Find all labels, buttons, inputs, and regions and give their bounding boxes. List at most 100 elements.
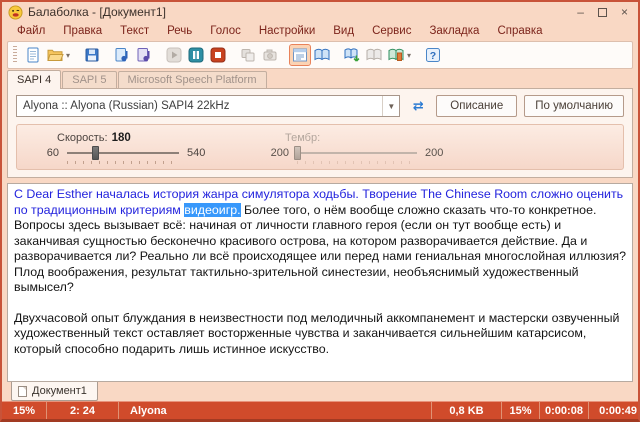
pitch-slider[interactable] [297, 146, 417, 160]
menu-речь[interactable]: Речь [158, 24, 201, 38]
export-text-button[interactable] [364, 45, 384, 65]
menu-справка[interactable]: Справка [488, 24, 551, 38]
help-button[interactable]: ? [423, 45, 443, 65]
rate-max-label: 540 [187, 147, 223, 159]
open-file-button[interactable] [45, 45, 65, 65]
menu-голос[interactable]: Голос [201, 24, 250, 38]
save-text-button[interactable] [82, 45, 102, 65]
pitch-slider-ticks [297, 161, 417, 164]
status-text-size: 0,8 KB [431, 402, 501, 419]
dropdown-caret-icon[interactable]: ▾ [407, 51, 411, 60]
text-editor[interactable]: С Dear Esther началась история жанра сим… [7, 183, 633, 382]
new-doc-icon [24, 46, 42, 64]
close-button[interactable]: × [621, 6, 628, 18]
tab-sapi-4[interactable]: SAPI 4 [7, 70, 61, 89]
document-tab-strip: Документ1 [2, 382, 638, 401]
stop-icon [209, 46, 227, 64]
document-page-icon [18, 386, 27, 397]
pitch-slider-group: Тембр: 200 200 [259, 132, 459, 164]
text-panel-toggle-button[interactable] [290, 45, 310, 65]
toolbar: ▾ ▾? [7, 41, 633, 69]
app-logo-icon [8, 5, 23, 20]
open-folder-icon [46, 46, 64, 64]
pitch-slider-thumb[interactable] [294, 146, 301, 160]
minimize-button[interactable]: – [577, 6, 584, 18]
spoken-word-highlight: видеоигр. [184, 203, 240, 217]
voice-description-button[interactable]: Описание [436, 95, 517, 117]
voice-parameters-box: Скорость:180 60 540 Тембр: 200 200 [16, 124, 624, 170]
import-text-button[interactable] [342, 45, 362, 65]
dropdown-caret-icon[interactable]: ▾ [66, 51, 70, 60]
help-icon: ? [424, 46, 442, 64]
rate-value: 180 [112, 132, 131, 144]
paragraph-1: С Dear Esther началась история жанра сим… [14, 187, 626, 296]
play-icon [165, 46, 183, 64]
save-audio-file-button[interactable] [112, 45, 132, 65]
audio-doc2-icon [135, 46, 153, 64]
rate-slider-thumb[interactable] [92, 146, 99, 160]
menu-bar: ФайлПравкаТекстРечьГолосНастройкиВидСерв… [2, 22, 638, 39]
document-tab-label: Документ1 [32, 385, 87, 397]
play-button[interactable] [164, 45, 184, 65]
status-zoom-level: 15% [2, 402, 46, 419]
split-audio-file-button[interactable] [134, 45, 154, 65]
refresh-icon: ⇄ [413, 98, 424, 113]
camera-icon [261, 46, 279, 64]
rate-slider[interactable] [67, 146, 179, 160]
voice-select-value: Alyona :: Alyona (Russian) SAPI4 22kHz [17, 100, 382, 112]
book-blue-icon [313, 46, 331, 64]
window-title: Балаболка - [Документ1] [28, 5, 577, 19]
menu-правка[interactable]: Правка [54, 24, 111, 38]
stop-button[interactable] [208, 45, 228, 65]
rate-slider-ticks [67, 161, 179, 164]
menu-файл[interactable]: Файл [8, 24, 54, 38]
toolbar-grip[interactable] [13, 46, 17, 64]
chevron-down-icon[interactable]: ▼ [382, 96, 399, 116]
voice-default-button[interactable]: По умолчанию [524, 95, 624, 117]
voice-panel: Alyona :: Alyona (Russian) SAPI4 22kHz ▼… [7, 88, 633, 178]
new-document-button[interactable] [23, 45, 43, 65]
snapshot-button[interactable] [260, 45, 280, 65]
menu-сервис[interactable]: Сервис [363, 24, 420, 38]
pause-button[interactable] [186, 45, 206, 65]
document-tab[interactable]: Документ1 [11, 382, 98, 401]
text-panel-icon [291, 46, 309, 64]
pitch-label: Тембр: [259, 132, 459, 144]
app-window: Балаболка - [Документ1] – × ФайлПравкаТе… [0, 0, 640, 422]
tab-sapi-5[interactable]: SAPI 5 [62, 71, 116, 89]
pitch-min-label: 200 [259, 147, 289, 159]
toolbar-area: ▾ ▾? [2, 39, 638, 71]
cards-icon [239, 46, 257, 64]
audio-doc-icon [113, 46, 131, 64]
rate-label: Скорость:180 [31, 132, 223, 144]
pitch-max-label: 200 [425, 147, 459, 159]
tab-microsoft-speech-platform[interactable]: Microsoft Speech Platform [118, 71, 267, 89]
status-cursor-position: 2: 24 [46, 402, 118, 419]
maximize-button[interactable] [598, 8, 607, 17]
status-current-voice: Alyona [118, 402, 431, 419]
pause-icon [187, 46, 205, 64]
title-bar: Балаболка - [Документ1] – × [2, 2, 638, 22]
rate-slider-group: Скорость:180 60 540 [31, 132, 223, 164]
status-bar: 15%2: 24Alyona0,8 KB15%0:00:080:00:49 [2, 401, 638, 419]
book-gray-icon [365, 46, 383, 64]
dictionary-button[interactable] [312, 45, 332, 65]
menu-текст[interactable]: Текст [111, 24, 158, 38]
refresh-voices-button[interactable]: ⇄ [407, 97, 429, 115]
status-progress-percent: 15% [501, 402, 539, 419]
voice-select[interactable]: Alyona :: Alyona (Russian) SAPI4 22kHz ▼ [16, 95, 400, 117]
book-green-icon [343, 46, 361, 64]
status-elapsed-time: 0:00:08 [539, 402, 588, 419]
bookmark-button[interactable] [386, 45, 406, 65]
status-remaining-time: 0:00:49 [588, 402, 638, 419]
menu-настройки[interactable]: Настройки [250, 24, 324, 38]
rate-min-label: 60 [31, 147, 59, 159]
menu-вид[interactable]: Вид [324, 24, 363, 38]
menu-закладка[interactable]: Закладка [420, 24, 488, 38]
speech-engine-tabs: SAPI 4SAPI 5Microsoft Speech Platform [2, 71, 638, 89]
svg-text:?: ? [430, 50, 436, 62]
book-mark-icon [387, 46, 405, 64]
save-icon [83, 46, 101, 64]
paragraph-2: Двухчасовой опыт блуждания в неизвестнос… [14, 311, 626, 358]
pages-stack-button[interactable] [238, 45, 258, 65]
